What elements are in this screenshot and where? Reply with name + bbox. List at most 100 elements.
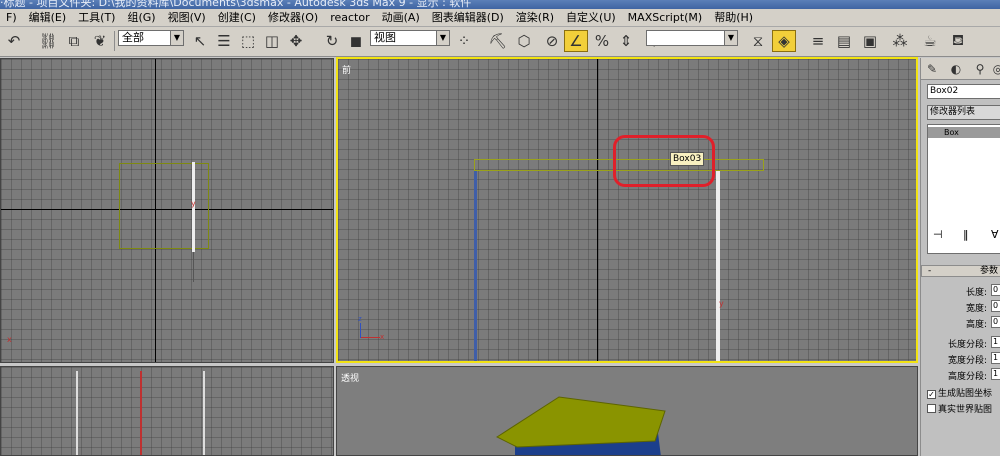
real-world-map-size-checkbox[interactable]: 真实世界贴图 [927,402,1000,415]
show-end-result-icon[interactable]: ‖ [963,228,969,241]
viewport-front[interactable]: 前 y Box03 z x [336,57,918,363]
param-length-segs-input[interactable]: 1 [991,336,1000,348]
snaps-toggle-icon[interactable]: ⊘ [540,30,564,52]
reference-coordinate-value: 视图 [374,31,396,44]
rollout-collapse-icon: - [928,266,932,276]
rollout-title: 参数 [980,266,999,276]
parameters-rollout-header[interactable]: - 参数 [921,265,1000,277]
perspective-box-render[interactable] [337,367,918,456]
box-edge-left[interactable] [76,371,78,455]
mirror-icon[interactable]: ⧖ [746,30,770,52]
motion-tab-icon[interactable]: ◎ [989,61,1000,77]
param-length-input[interactable]: 0 [991,284,1000,296]
param-height-segs-input[interactable]: 1 [991,368,1000,380]
selection-filter-dropdown[interactable]: 全部 ▼ [118,30,184,46]
selection-filter-value: 全部 [122,31,144,44]
param-value: 0 [993,285,999,294]
create-tab-icon[interactable]: ✎ [923,61,941,77]
box02-right-leg[interactable] [716,171,720,361]
make-unique-icon[interactable]: ∀ [991,228,999,241]
checkbox-checked-icon: ✓ [927,390,936,399]
param-value: 1 [993,337,999,346]
main-toolbar: ↶ ⛓ ⧉ ❦ 全部 ▼ ↖ ☰ ⬚ ◫ ✥ ↻ ◼ 视图 ▼ ⁘ ⛏ ⬡ ⊘ … [0,27,1000,57]
command-panel: ✎ ◐ ⚲ ◎ Box02 修改器列表 Box ⊣ ‖ ∀ - 参数 长度: 0 [920,58,1000,456]
menu-rendering[interactable]: 渲染(R) [510,9,560,27]
material-editor-icon[interactable]: ⁂ [888,30,912,52]
pivot-center-icon[interactable]: ⁘ [452,30,476,52]
param-length: 长度: 0 [921,284,1000,298]
select-and-link-icon[interactable]: ⛓ [36,30,60,52]
hierarchy-tab-icon[interactable]: ⚲ [971,61,989,77]
chevron-down-icon: ▼ [436,31,449,45]
param-label: 长度: [965,288,987,298]
angle-snap-icon[interactable]: ∠ [564,30,588,52]
param-value: 0 [993,317,999,326]
param-label: 高度: [965,320,987,330]
select-manipulate-icon[interactable]: ⛏ [486,30,510,52]
schematic-view-icon[interactable]: ▣ [858,30,882,52]
unlink-icon[interactable]: ⧉ [62,30,86,52]
select-object-icon[interactable]: ↖ [188,30,212,52]
menu-tools[interactable]: 工具(T) [72,9,121,27]
param-width-input[interactable]: 0 [991,300,1000,312]
menu-edit[interactable]: 编辑(E) [23,9,73,27]
object-name-field[interactable]: Box02 [927,84,1000,99]
layer-manager-icon[interactable]: ≡ [806,30,830,52]
menu-views[interactable]: 视图(V) [162,9,212,27]
select-and-rotate-icon[interactable]: ↻ [320,30,344,52]
percent-snap-icon[interactable]: % [590,30,614,52]
stack-buttons: ⊣ ‖ ∀ [927,228,1000,246]
checkbox-label: 生成贴图坐标 [938,389,993,399]
viewport-label-front[interactable]: 前 [342,63,351,76]
box-left-leg[interactable] [474,171,477,361]
menu-modifiers[interactable]: 修改器(O) [262,9,324,27]
window-crossing-icon[interactable]: ◫ [260,30,284,52]
viewport-top-left[interactable]: x y [0,58,334,363]
curve-editor-icon[interactable]: ▤ [832,30,856,52]
modifier-list-dropdown[interactable]: 修改器列表 [927,105,1000,120]
menu-file-partial[interactable]: F) [0,9,23,27]
menu-group[interactable]: 组(G) [121,9,161,27]
keyboard-shortcut-icon[interactable]: ⬡ [512,30,536,52]
axis-x-label: x [7,335,12,344]
reference-coordinate-dropdown[interactable]: 视图 ▼ [370,30,450,46]
modify-tab-icon[interactable]: ◐ [947,61,965,77]
menu-bar: F) 编辑(E) 工具(T) 组(G) 视图(V) 创建(C) 修改器(O) r… [0,9,1000,27]
param-label: 长度分段: [947,340,987,350]
render-scene-icon[interactable]: ☕ [918,30,942,52]
align-icon[interactable]: ◈ [772,30,796,52]
named-selection-sets-dropdown[interactable]: ▼ [646,30,738,46]
checkbox-unchecked-icon [927,404,936,413]
select-by-name-icon[interactable]: ☰ [212,30,236,52]
param-height-input[interactable]: 0 [991,316,1000,328]
generate-mapping-coords-checkbox[interactable]: ✓ 生成贴图坐标 [927,386,1000,399]
menu-create[interactable]: 创建(C) [212,9,262,27]
stack-item[interactable]: Box [928,127,1000,138]
command-panel-tabs: ✎ ◐ ⚲ ◎ [921,58,1000,80]
menu-maxscript[interactable]: MAXScript(M) [622,9,709,27]
rectangular-selection-icon[interactable]: ⬚ [236,30,260,52]
undo-icon[interactable]: ↶ [2,30,26,52]
param-width-segs-input[interactable]: 1 [991,352,1000,364]
box-top-face [495,396,666,448]
pin-stack-icon[interactable]: ⊣ [933,228,943,241]
menu-graph-editors[interactable]: 图表编辑器(D) [426,9,510,27]
menu-customize[interactable]: 自定义(U) [560,9,622,27]
viewport-perspective[interactable]: 透视 [336,366,918,456]
spinner-snap-icon[interactable]: ⇕ [614,30,638,52]
menu-animation[interactable]: 动画(A) [376,9,426,27]
box-edge-right[interactable] [203,371,205,455]
viewport-bottom-left[interactable] [0,366,334,456]
3dsmax-window: ·标题 - 项目文件夹: D:\我的资料库\Documents\3dsmax -… [0,0,1000,456]
select-and-move-icon[interactable]: ✥ [284,30,308,52]
grid-axis-vertical [597,59,598,361]
param-label: 宽度分段: [947,356,987,366]
select-and-scale-icon[interactable]: ◼ [344,30,368,52]
axis-z-label: z [358,315,362,323]
pivot-line [193,252,194,282]
axis-gizmo-z [360,323,361,338]
menu-help[interactable]: 帮助(H) [708,9,759,27]
bind-space-warp-icon[interactable]: ❦ [88,30,112,52]
menu-reactor[interactable]: reactor [324,9,375,27]
quick-render-icon[interactable]: ⛾ [946,30,970,52]
